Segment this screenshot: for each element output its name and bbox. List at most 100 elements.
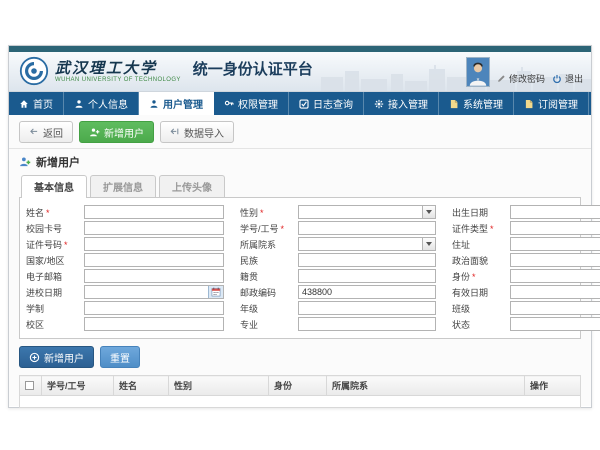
name-input[interactable] — [85, 206, 223, 218]
nav-item-1[interactable]: 个人信息 — [64, 92, 139, 115]
chevron-down-icon — [426, 210, 432, 214]
nav-item-label: 个人信息 — [88, 96, 128, 111]
back-button[interactable]: 返回 — [19, 121, 73, 143]
enrollment-date-label: 进校日期 — [26, 286, 84, 299]
form-field-birth-date: 出生日期 — [452, 205, 600, 219]
form-field-postal-code: 邮政编码 — [240, 285, 436, 299]
new-user-toolbar-button[interactable]: 新增用户 — [79, 121, 154, 143]
birth-date-input[interactable] — [511, 206, 600, 218]
logout-label: 退出 — [565, 72, 583, 85]
content-area: 返回 新增用户 数据导入 新增用户 基本信息扩展信息上传头像 姓名*性别*出生日… — [9, 115, 591, 406]
nav-item-6[interactable]: 系统管理 — [439, 92, 514, 115]
enrollment-date-input[interactable] — [85, 286, 208, 298]
campus-card-no-input[interactable] — [85, 222, 223, 234]
valid-date-input-box — [510, 285, 600, 299]
id-number-input[interactable] — [85, 238, 223, 250]
form-field-education-length: 学制 — [26, 301, 224, 315]
major-input-box — [298, 317, 436, 331]
tab-strip: 基本信息扩展信息上传头像 — [19, 175, 581, 198]
address-input[interactable] — [511, 238, 600, 250]
platform-title: 统一身份认证平台 — [193, 58, 313, 79]
gender-label: 性别* — [240, 206, 298, 219]
grade-input[interactable] — [299, 302, 435, 314]
native-place-input[interactable] — [299, 270, 435, 282]
nav-item-2[interactable]: 用户管理 — [139, 92, 214, 115]
required-asterisk: * — [281, 224, 285, 234]
data-import-button[interactable]: 数据导入 — [160, 121, 234, 143]
student-no-input[interactable] — [299, 222, 435, 234]
country-region-input[interactable] — [85, 254, 223, 266]
class-input[interactable] — [511, 302, 600, 314]
student-no-input-box — [298, 221, 436, 235]
form-field-major: 专业 — [240, 317, 436, 331]
plus-circle-icon — [29, 352, 40, 363]
ethnicity-input[interactable] — [299, 254, 435, 266]
valid-date-input[interactable] — [511, 286, 600, 298]
gender-input-box — [298, 205, 436, 219]
id-number-label: 证件号码* — [26, 238, 84, 251]
brand: 武汉理工大学 WUHAN UNIVERSITY OF TECHNOLOGY 统一… — [19, 56, 313, 86]
enrollment-date-calendar-button[interactable] — [208, 286, 223, 298]
university-logo-icon — [19, 56, 49, 86]
class-label: 班级 — [452, 302, 510, 315]
select-all-checkbox[interactable] — [25, 381, 34, 390]
toolbar: 返回 新增用户 数据导入 — [19, 121, 581, 143]
department-input-box — [298, 237, 436, 251]
back-arrow-icon — [29, 127, 39, 137]
department-dropdown-button[interactable] — [422, 238, 435, 250]
education-length-input[interactable] — [85, 302, 223, 314]
table-header-row: 学号/工号姓名性别身份所属院系操作 — [20, 376, 581, 396]
identity-input-box — [510, 269, 600, 283]
university-name-cn: 武汉理工大学 — [55, 60, 181, 77]
campus-input[interactable] — [85, 318, 223, 330]
gender-dropdown-button[interactable] — [422, 206, 435, 218]
key-icon — [224, 99, 234, 109]
education-length-input-box — [84, 301, 224, 315]
department-input[interactable] — [299, 238, 422, 250]
reset-button[interactable]: 重置 — [100, 346, 140, 368]
political-status-input[interactable] — [511, 254, 600, 266]
add-user-section-icon — [19, 156, 31, 168]
political-status-input-box — [510, 253, 600, 267]
native-place-input-box — [298, 269, 436, 283]
form-actions: 新增用户 重置 — [19, 346, 581, 368]
nav-item-7[interactable]: 订阅管理 — [514, 92, 589, 115]
postal-code-input[interactable] — [299, 286, 435, 298]
form-field-country-region: 国家/地区 — [26, 253, 224, 267]
required-asterisk: * — [260, 208, 264, 218]
nav-item-3[interactable]: 权限管理 — [214, 92, 289, 115]
email-input[interactable] — [85, 270, 223, 282]
grade-label: 年级 — [240, 302, 298, 315]
tab-upload-avatar[interactable]: 上传头像 — [159, 175, 225, 198]
campus-input-box — [84, 317, 224, 331]
form-field-grade: 年级 — [240, 301, 436, 315]
gender-input[interactable] — [299, 206, 422, 218]
student-no-label: 学号/工号* — [240, 222, 298, 235]
form-field-ethnicity: 民族 — [240, 253, 436, 267]
nav-item-4[interactable]: 日志查询 — [289, 92, 364, 115]
country-region-label: 国家/地区 — [26, 254, 84, 267]
nav-item-label: 系统管理 — [463, 96, 503, 111]
table-header-1: 姓名 — [114, 376, 169, 396]
address-label: 住址 — [452, 238, 510, 251]
status-input[interactable] — [511, 318, 600, 330]
form-grid: 姓名*性别*出生日期校园卡号学号/工号*证件类型*证件号码*所属院系住址国家/地… — [26, 205, 574, 331]
user-icon — [74, 99, 84, 109]
submit-new-user-button[interactable]: 新增用户 — [19, 346, 94, 368]
identity-input[interactable] — [511, 270, 600, 282]
id-type-input-box — [510, 221, 600, 235]
change-password-label: 修改密码 — [509, 72, 545, 85]
logout-link[interactable]: 退出 — [552, 72, 583, 85]
id-type-input[interactable] — [511, 222, 600, 234]
change-password-link[interactable]: 修改密码 — [497, 72, 545, 85]
app-window: 武汉理工大学 WUHAN UNIVERSITY OF TECHNOLOGY 统一… — [8, 45, 592, 408]
birth-date-input-box — [510, 205, 600, 219]
major-input[interactable] — [299, 318, 435, 330]
nav-item-5[interactable]: 接入管理 — [364, 92, 439, 115]
user-box: 修改密码 退出 — [466, 57, 583, 87]
gear-icon — [374, 99, 384, 109]
tab-basic-info[interactable]: 基本信息 — [21, 175, 87, 198]
id-type-label: 证件类型* — [452, 222, 510, 235]
nav-item-0[interactable]: 首页 — [9, 92, 64, 115]
tab-extended-info[interactable]: 扩展信息 — [90, 175, 156, 198]
